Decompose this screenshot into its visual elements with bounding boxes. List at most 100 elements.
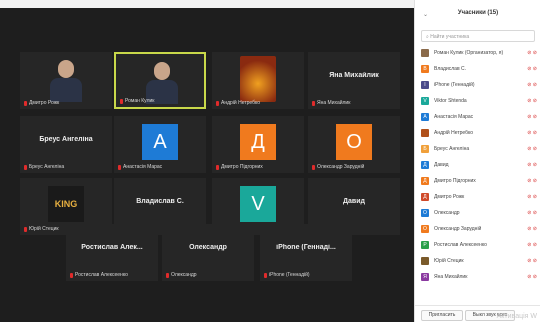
participant-video — [48, 56, 84, 102]
panel-footer: Пригласить Выкл звук всех Активація W — [415, 305, 540, 322]
tile-name-label: Олександр Зарудній — [312, 164, 364, 170]
participant-row[interactable]: О Олександр Зарудній ⊘ ⊘ — [421, 223, 537, 234]
tile-name-text: Олександр Зарудній — [317, 164, 365, 170]
video-tile[interactable]: Яна Михайлик Яна Михайлик — [308, 52, 400, 109]
participant-name: iPhone (Геннадій) — [434, 81, 475, 88]
participant-row[interactable]: О Олександр ⊘ ⊘ — [421, 207, 537, 218]
search-input[interactable]: ⌕ Найти участника — [421, 30, 535, 42]
video-tile[interactable]: О Олександр Зарудній — [308, 116, 400, 173]
muted-mic-icon — [312, 164, 315, 170]
participant-letter-avatar: Д — [240, 124, 276, 160]
muted-mic-video-icons[interactable]: ⊘ ⊘ — [527, 210, 537, 216]
tile-name-text: Олександр — [171, 272, 197, 278]
participant-name: Роман Кулик (Организатор, я) — [434, 49, 504, 56]
video-tile[interactable]: Бреус Ангеліна Бреус Ангеліна — [20, 116, 112, 173]
participant-name: Олександр Зарудній — [434, 225, 482, 232]
participant-row[interactable]: Д Дмитро Підгорних ⊘ ⊘ — [421, 175, 537, 186]
participants-title: Учасники (15) — [457, 10, 499, 16]
muted-mic-video-icons[interactable]: ⊘ ⊘ — [527, 258, 537, 264]
participant-avatar: Р — [421, 240, 429, 249]
video-tile[interactable]: Дмитро Рожк — [20, 52, 112, 109]
tile-name-label: Ростислав Алексеенко — [70, 272, 128, 278]
video-tile[interactable]: А Анастасія Марас — [114, 116, 206, 173]
participant-row[interactable]: Я Яна Михайлик ⊘ ⊘ — [421, 271, 537, 282]
watermark-text: Активація W — [496, 313, 537, 320]
participant-row[interactable]: Д Дмитро Рожк ⊘ ⊘ — [421, 191, 537, 202]
video-gallery: Дмитро Рожк Роман Кулик Андрій Нетребко Яна… — [0, 0, 414, 322]
participant-row[interactable]: V Viktor Shtenda ⊘ ⊘ — [421, 95, 537, 106]
participant-row[interactable]: IiPhone (Геннадій) ⊘ ⊘ — [421, 79, 537, 90]
participant-name: Олександр — [434, 209, 460, 216]
participant-center-name: Давид — [343, 198, 365, 205]
muted-mic-video-icons[interactable]: ⊘ ⊘ — [527, 114, 537, 120]
tile-name-text: Ростислав Алексеенко — [75, 272, 128, 278]
participant-name: Юрій Стецик — [434, 257, 464, 264]
muted-mic-icon — [118, 164, 121, 170]
muted-mic-video-icons[interactable]: ⊘ ⊘ — [527, 242, 537, 248]
participant-avatar — [421, 48, 429, 57]
participant-avatar: Б — [421, 144, 429, 153]
participant-avatar: А — [421, 112, 429, 121]
participants-panel: ⌄ Учасники (15) ⌕ Найти участника Роман … — [414, 0, 540, 322]
participant-row[interactable]: Д Давид ⊘ ⊘ — [421, 159, 537, 170]
search-placeholder: Найти участника — [430, 34, 470, 40]
participant-center-name: iPhone (Геннаді... — [276, 244, 336, 251]
participant-row[interactable]: Юрій Стецик ⊘ ⊘ — [421, 255, 537, 266]
muted-mic-video-icons[interactable]: ⊘ ⊘ — [527, 178, 537, 184]
king-logo: KING — [48, 186, 84, 222]
muted-mic-video-icons[interactable]: ⊘ ⊘ — [527, 146, 537, 152]
tile-name-text: Яна Михайлик — [317, 100, 351, 106]
top-strip — [0, 0, 414, 8]
participant-avatar: О — [421, 208, 429, 217]
invite-button[interactable]: Пригласить — [421, 310, 463, 321]
participant-row[interactable]: Андрій Нетребко ⊘ ⊘ — [421, 127, 537, 138]
participant-row[interactable]: Роман Кулик (Организатор, я) ⊘ ⊘ — [421, 47, 537, 58]
tile-name-label: Анастасія Марас — [118, 164, 162, 170]
muted-mic-video-icons[interactable]: ⊘ ⊘ — [527, 226, 537, 232]
participant-name: Viktor Shtenda — [434, 97, 467, 104]
muted-mic-video-icons[interactable]: ⊘ ⊘ — [527, 50, 537, 56]
muted-mic-video-icons[interactable]: ⊘ ⊘ — [527, 274, 537, 280]
participant-name: Давид — [434, 161, 449, 168]
participant-name: Анастасія Марас — [434, 113, 474, 120]
tile-name-text: Бреус Ангеліна — [29, 164, 65, 170]
participant-avatar — [421, 256, 429, 265]
participant-letter-avatar: О — [336, 124, 372, 160]
participant-row[interactable]: А Анастасія Марас ⊘ ⊘ — [421, 111, 537, 122]
tile-name-label: Юрій Стецик — [24, 226, 59, 232]
video-tile[interactable]: Андрій Нетребко — [212, 52, 304, 109]
tile-name-text: Анастасія Марас — [123, 164, 163, 170]
tile-name-label: Бреус Ангеліна — [24, 164, 64, 170]
tile-name-text: Юрій Стецик — [29, 226, 59, 232]
tile-name-label: Дмитро Рожк — [24, 100, 59, 106]
participant-row[interactable]: В Владислав С. ⊘ ⊘ — [421, 63, 537, 74]
video-tile[interactable]: Роман Кулик — [114, 52, 206, 109]
participant-name: Бреус Ангеліна — [434, 145, 470, 152]
participant-letter-avatar: А — [142, 124, 178, 160]
participant-name: Андрій Нетребко — [434, 129, 473, 136]
video-tile[interactable]: iPhone (Геннаді... iPhone (Геннадій) — [260, 224, 352, 281]
muted-mic-video-icons[interactable]: ⊘ ⊘ — [527, 82, 537, 88]
participant-avatar — [421, 128, 429, 137]
video-tile[interactable]: Д Дмитро Підгорних — [212, 116, 304, 173]
muted-mic-video-icons[interactable]: ⊘ ⊘ — [527, 194, 537, 200]
muted-mic-icon — [216, 164, 219, 170]
muted-mic-icon — [264, 272, 267, 278]
video-tile[interactable]: Ростислав Алек... Ростислав Алексеенко — [66, 224, 158, 281]
tile-name-text: Андрій Нетребко — [221, 100, 260, 106]
muted-mic-icon — [166, 272, 169, 278]
muted-mic-video-icons[interactable]: ⊘ ⊘ — [527, 162, 537, 168]
muted-mic-video-icons[interactable]: ⊘ ⊘ — [527, 98, 537, 104]
participant-avatar: Я — [421, 272, 429, 281]
participant-row[interactable]: Р Ростислав Алексеенко ⊘ ⊘ — [421, 239, 537, 250]
participant-center-name: Владислав С. — [136, 198, 184, 205]
participant-avatar: О — [421, 224, 429, 233]
participant-avatar: Д — [421, 176, 429, 185]
muted-mic-video-icons[interactable]: ⊘ ⊘ — [527, 130, 537, 136]
participant-avatar: V — [421, 96, 429, 105]
video-tile[interactable]: Олександр Олександр — [162, 224, 254, 281]
muted-mic-video-icons[interactable]: ⊘ ⊘ — [527, 66, 537, 72]
participant-avatar-image — [240, 56, 276, 102]
participant-center-name: Яна Михайлик — [329, 72, 379, 79]
participant-row[interactable]: Б Бреус Ангеліна ⊘ ⊘ — [421, 143, 537, 154]
